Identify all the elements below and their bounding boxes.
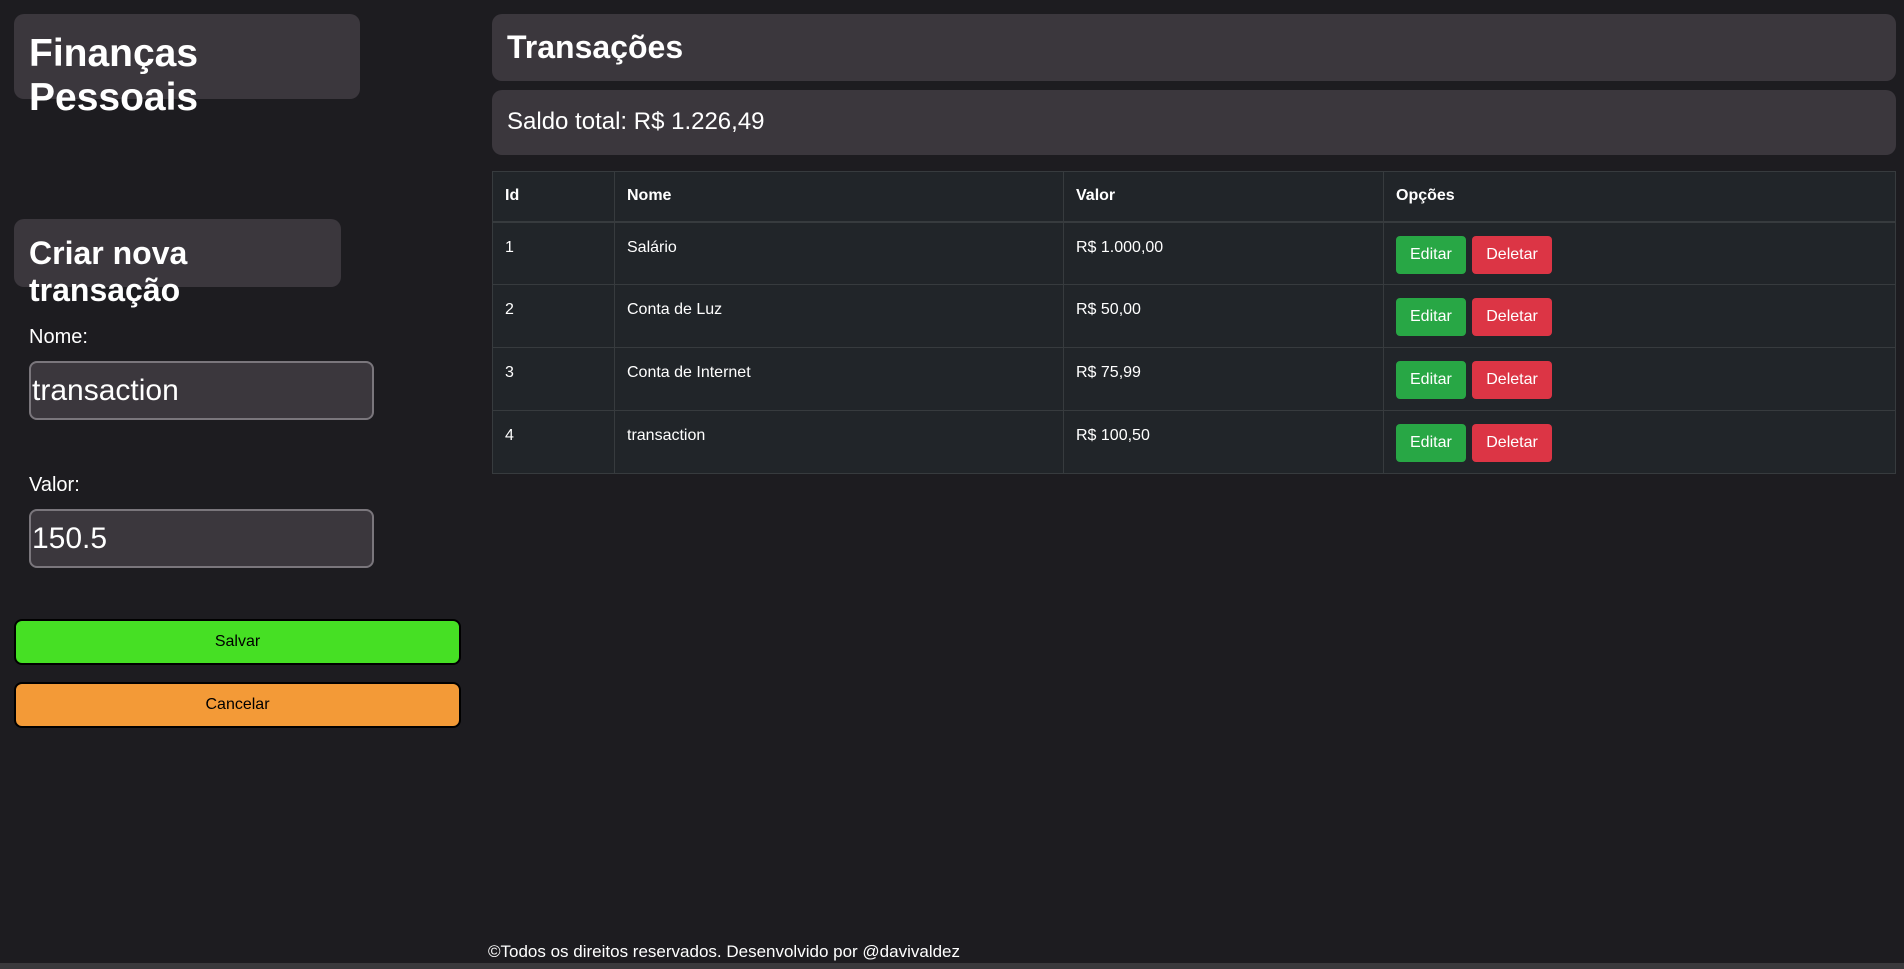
balance-total: Saldo total: R$ 1.226,49 xyxy=(492,90,1896,155)
column-header-valor: Valor xyxy=(1063,171,1384,223)
delete-button[interactable]: Deletar xyxy=(1472,361,1552,399)
cell-valor: R$ 75,99 xyxy=(1063,347,1384,411)
edit-button[interactable]: Editar xyxy=(1396,361,1466,399)
delete-button[interactable]: Deletar xyxy=(1472,235,1552,274)
cell-valor: R$ 50,00 xyxy=(1063,284,1384,348)
save-button[interactable]: Salvar xyxy=(14,619,461,665)
cancel-button[interactable]: Cancelar xyxy=(14,682,461,728)
form-title: Criar nova transação xyxy=(14,219,341,308)
cell-id: 1 xyxy=(492,221,615,285)
transactions-table: Id Nome Valor Opções 1 Salário R$ 1.000,… xyxy=(492,171,1896,474)
edit-button[interactable]: Editar xyxy=(1396,424,1466,462)
table-row: 4 transaction R$ 100,50 Editar Deletar xyxy=(492,410,1896,474)
value-input[interactable] xyxy=(29,509,374,568)
footer-copyright: ©Todos os direitos reservados. Desenvolv… xyxy=(487,942,960,961)
transactions-title: Transações xyxy=(492,14,1896,81)
cell-valor: R$ 100,50 xyxy=(1063,410,1384,474)
delete-button[interactable]: Deletar xyxy=(1472,424,1552,462)
cell-nome: Conta de Internet xyxy=(614,347,1064,411)
column-header-id: Id xyxy=(492,171,615,223)
name-label: Nome: xyxy=(29,326,88,348)
cell-opcoes: Editar Deletar xyxy=(1383,221,1896,285)
column-header-nome: Nome xyxy=(614,171,1064,223)
cell-opcoes: Editar Deletar xyxy=(1383,410,1896,474)
table-row: 3 Conta de Internet R$ 75,99 Editar Dele… xyxy=(492,347,1896,411)
edit-button[interactable]: Editar xyxy=(1396,235,1466,274)
cell-nome: Conta de Luz xyxy=(614,284,1064,348)
cell-opcoes: Editar Deletar xyxy=(1383,284,1896,348)
table-row: 2 Conta de Luz R$ 50,00 Editar Deletar xyxy=(492,284,1896,348)
cell-opcoes: Editar Deletar xyxy=(1383,347,1896,411)
table-row: 1 Salário R$ 1.000,00 Editar Deletar xyxy=(492,221,1896,285)
cell-id: 2 xyxy=(492,284,615,348)
cell-id: 3 xyxy=(492,347,615,411)
delete-button[interactable]: Deletar xyxy=(1472,298,1552,336)
name-input[interactable] xyxy=(29,361,374,420)
bottom-divider xyxy=(0,963,1904,969)
cell-id: 4 xyxy=(492,410,615,474)
column-header-opcoes: Opções xyxy=(1383,171,1896,223)
edit-button[interactable]: Editar xyxy=(1396,298,1466,336)
app: Finanças Pessoais Criar nova transação N… xyxy=(0,0,1904,969)
value-label: Valor: xyxy=(29,474,80,496)
cell-valor: R$ 1.000,00 xyxy=(1063,221,1384,285)
cell-nome: Salário xyxy=(614,221,1064,285)
cell-nome: transaction xyxy=(614,410,1064,474)
table-header-row: Id Nome Valor Opções xyxy=(492,171,1896,223)
app-title: Finanças Pessoais xyxy=(14,14,360,119)
